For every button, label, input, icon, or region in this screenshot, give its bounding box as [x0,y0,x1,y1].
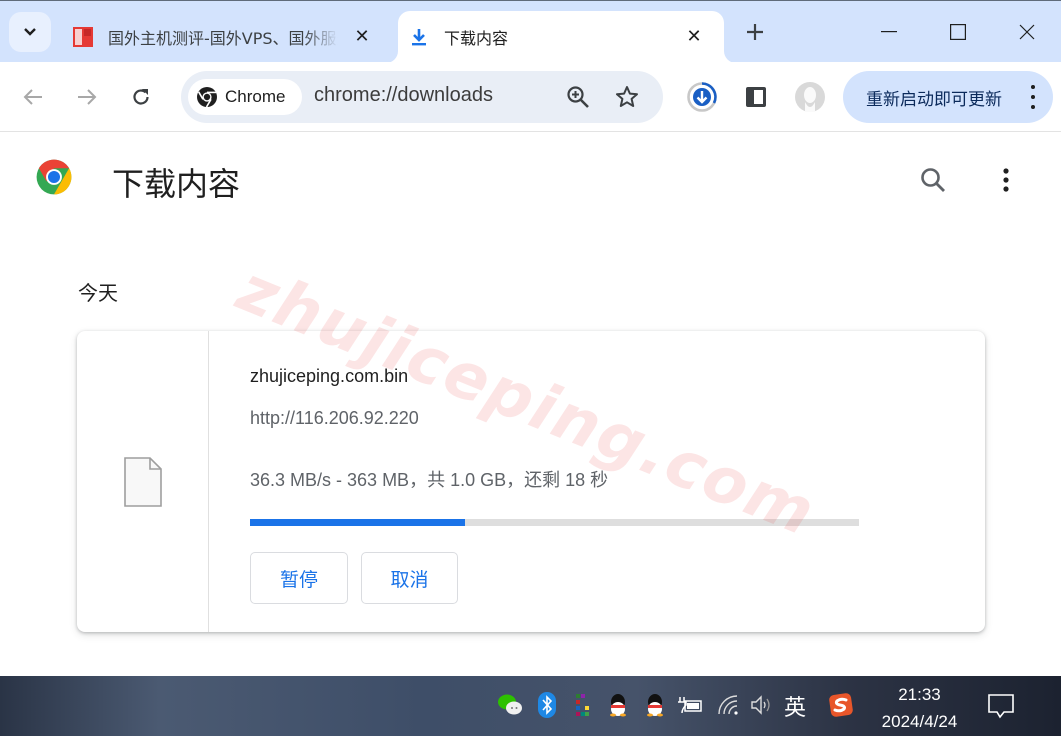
volume-icon[interactable] [749,692,775,718]
wechat-icon[interactable] [497,692,523,718]
file-name[interactable]: zhujiceping.com.bin [250,366,408,387]
reload-button[interactable] [123,79,159,115]
zoom-button[interactable] [564,83,592,111]
tab-search-button[interactable] [9,12,51,52]
source-url[interactable]: http://116.206.92.220 [250,408,419,429]
maximize-icon [950,24,966,40]
taskbar: 英 21:33 2024/4/24 [0,676,1061,736]
more-vert-icon [1003,168,1009,192]
arrow-left-icon [23,89,42,105]
search-icon [921,168,945,192]
notification-center-button[interactable] [987,693,1015,719]
relaunch-update-button[interactable]: 重新启动即可更新 [843,71,1053,123]
bookmark-button[interactable] [613,83,641,111]
avatar-icon [795,82,825,112]
browser-toolbar: Chrome chrome://downloads 重新启动即可更新 [0,62,1061,132]
date-section-heading: 今天 [78,281,118,305]
clock-date: 2024/4/24 [881,712,958,731]
plus-icon [747,24,763,40]
search-downloads-button[interactable] [915,162,951,198]
close-window-button[interactable] [1004,11,1050,53]
more-vert-icon [1027,85,1039,109]
battery-icon[interactable] [677,692,703,718]
system-clock[interactable]: 21:33 2024/4/24 [872,681,967,735]
download-progress-bar [250,519,859,526]
chevron-down-icon [24,28,36,36]
update-label: 重新启动即可更新 [866,89,1002,110]
url-text[interactable]: chrome://downloads [314,84,493,107]
cancel-button[interactable]: 取消 [361,552,458,604]
address-bar[interactable]: Chrome chrome://downloads [181,71,663,123]
forward-button[interactable] [69,79,105,115]
downloads-header: 下载内容 [0,133,1061,228]
zoom-in-icon [567,86,589,108]
side-panel-button[interactable] [738,79,774,115]
side-panel-icon [746,87,766,107]
downloads-button[interactable] [684,79,720,115]
close-icon [1019,24,1035,40]
bluetooth-icon[interactable] [534,692,560,718]
star-icon [616,86,638,107]
download-icon [408,26,430,48]
tab-downloads[interactable]: 下载内容 ✕ [398,11,724,63]
arrow-right-icon [78,89,97,105]
file-icon [124,457,162,507]
site-info-chip[interactable]: Chrome [188,79,302,115]
tab-strip: 国外主机测评-国外VPS、国外服务器 ✕ 下载内容 ✕ [0,0,1061,63]
sogou-ime-icon[interactable] [828,692,854,718]
page-title: 下载内容 [112,165,241,203]
tab-title: 下载内容 [444,29,509,48]
download-progress-icon [687,82,717,112]
input-method-indicator[interactable]: 英 [784,690,806,722]
qq-icon[interactable] [642,692,668,718]
clock-time: 21:33 [898,685,941,704]
download-status: 36.3 MB/s - 363 MB，共 1.0 GB，还剩 18 秒 [250,470,609,490]
notification-icon [988,694,1014,719]
profile-button[interactable] [792,79,828,115]
chrome-icon [197,87,217,108]
tab-title: 国外主机测评-国外VPS、国外服务器 [108,29,338,48]
pause-button[interactable]: 暂停 [250,552,348,604]
new-tab-button[interactable] [740,17,770,47]
qq-icon[interactable] [605,692,631,718]
chrome-logo-icon [36,159,72,195]
file-icon-column [77,331,209,632]
chip-label: Chrome [225,87,286,106]
more-actions-button[interactable] [988,162,1024,198]
site-logo-icon [72,26,94,48]
close-tab-icon[interactable]: ✕ [350,24,374,48]
close-tab-icon[interactable]: ✕ [682,24,706,48]
app-grid-icon[interactable] [570,692,596,718]
back-button[interactable] [15,79,51,115]
tab-zhujiceping[interactable]: 国外主机测评-国外VPS、国外服务器 ✕ [62,11,392,63]
wifi-icon[interactable] [716,692,742,718]
progress-fill [250,519,465,526]
minimize-button[interactable] [866,11,912,53]
maximize-button[interactable] [935,11,981,53]
download-item: zhujiceping.com.bin http://116.206.92.22… [77,331,985,632]
minimize-icon [881,31,897,33]
reload-icon [133,89,149,105]
